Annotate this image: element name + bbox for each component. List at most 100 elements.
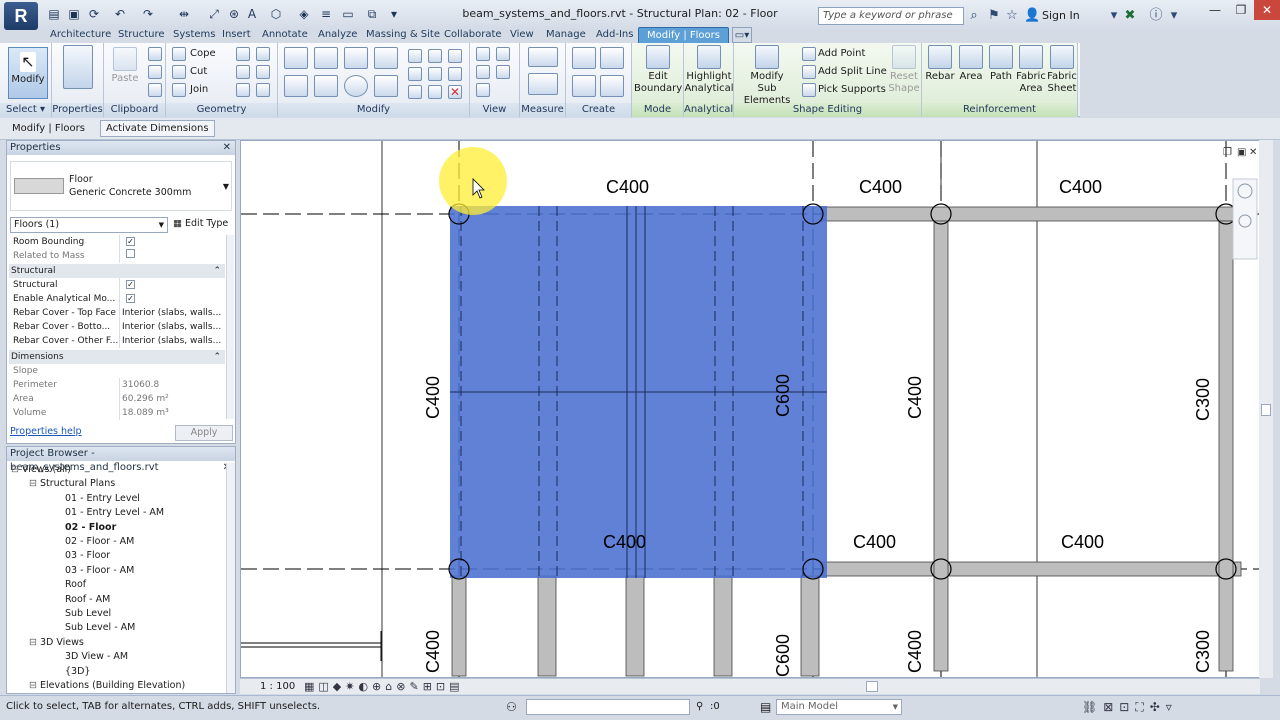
beam-tag[interactable]: C400 bbox=[859, 177, 902, 197]
trim-multiple-icon[interactable] bbox=[428, 85, 442, 99]
save-icon[interactable]: ▣ bbox=[66, 6, 82, 22]
trim-extend-icon[interactable] bbox=[374, 75, 398, 97]
qat-dropdown-icon[interactable]: ▾ bbox=[386, 6, 402, 22]
design-option-select[interactable]: Main Model ▼ bbox=[776, 699, 902, 715]
instance-filter-select[interactable]: Floors (1) ▼ bbox=[10, 217, 168, 233]
prop-row[interactable]: Perimeter 31060.8 bbox=[9, 378, 225, 392]
prop-row[interactable]: Room Bounding ✓ bbox=[9, 235, 225, 249]
tab-annotate[interactable]: Annotate bbox=[262, 27, 308, 43]
demolish-icon[interactable] bbox=[256, 65, 270, 79]
tree-node[interactable]: 01 - Entry Level bbox=[65, 492, 140, 506]
tree-node[interactable]: 02 - Floor bbox=[65, 521, 116, 535]
subscription-icon[interactable]: ⚑ bbox=[986, 8, 1002, 24]
tab-view[interactable]: View bbox=[510, 27, 534, 43]
join-button[interactable]: Join bbox=[190, 84, 208, 95]
beam-tag[interactable]: C400 bbox=[423, 376, 443, 419]
exchange-apps-icon[interactable]: ✖ bbox=[1122, 8, 1138, 24]
view-scale[interactable]: 1 : 100 bbox=[260, 681, 295, 692]
undo-icon[interactable]: ↶ bbox=[112, 6, 128, 22]
view-dropdown-icon[interactable] bbox=[496, 47, 510, 61]
close-view-icon[interactable]: ✕ bbox=[1249, 147, 1257, 158]
beam-tag[interactable]: C400 bbox=[603, 532, 646, 552]
create-group-icon[interactable] bbox=[572, 75, 596, 97]
checkbox-unchecked[interactable] bbox=[126, 249, 135, 258]
search-input[interactable]: Type a keyword or phrase bbox=[818, 7, 964, 25]
prop-row[interactable]: Rebar Cover - Top Face Interior (slabs, w… bbox=[9, 306, 225, 320]
tree-node[interactable]: 02 - Floor - AM bbox=[65, 535, 134, 549]
tab-collaborate[interactable]: Collaborate bbox=[444, 27, 502, 43]
prop-row[interactable]: Slope bbox=[9, 364, 225, 378]
offset-icon[interactable] bbox=[314, 47, 338, 69]
beam-tag[interactable]: C600 bbox=[773, 374, 793, 417]
prop-row[interactable]: Rebar Cover - Other F... Interior (slabs,… bbox=[9, 334, 225, 348]
pin-icon[interactable] bbox=[448, 67, 462, 81]
checkbox-checked[interactable]: ✓ bbox=[126, 237, 135, 246]
highlight-analytical-button[interactable]: Highlight Analytical bbox=[684, 45, 734, 95]
tab-add-ins[interactable]: Add-Ins bbox=[596, 27, 633, 43]
tree-node[interactable]: 01 - Entry Level - AM bbox=[65, 506, 164, 520]
restore-view-icon[interactable]: ❐ bbox=[1223, 147, 1232, 158]
prop-row[interactable]: Volume 18.089 m³ bbox=[9, 406, 225, 420]
cut-geometry-button[interactable]: Cut bbox=[190, 66, 207, 77]
copy-element-icon[interactable] bbox=[314, 75, 338, 97]
beam-tag[interactable]: C300 bbox=[1193, 630, 1213, 673]
dropdown-icon[interactable]: ▾ bbox=[1106, 8, 1122, 24]
panel-label-select[interactable]: Select ▾ bbox=[0, 103, 51, 117]
checkbox-checked[interactable]: ✓ bbox=[126, 294, 135, 303]
tag-icon[interactable]: ⊛ bbox=[226, 6, 242, 22]
rebar-button[interactable]: Rebar bbox=[924, 45, 956, 83]
beam-tag[interactable]: C400 bbox=[606, 177, 649, 197]
edit-boundary-button[interactable]: Edit Boundary bbox=[634, 45, 682, 95]
workset-icon[interactable]: ⚇ bbox=[506, 700, 517, 714]
close-icon[interactable]: ✕ bbox=[1254, 0, 1280, 20]
fabric-sheet-button[interactable]: Fabric Sheet bbox=[1046, 45, 1078, 95]
remove-paint-icon[interactable] bbox=[236, 83, 250, 97]
tree-node[interactable]: ⊟ Views (all) bbox=[11, 463, 71, 477]
aligned-dimension-icon[interactable] bbox=[528, 73, 558, 95]
close-icon[interactable]: ✕ bbox=[223, 141, 231, 155]
close-hidden-icon[interactable]: ▭ bbox=[340, 6, 356, 22]
open-icon[interactable]: ▤ bbox=[46, 6, 62, 22]
ribbon-minimize-icon[interactable]: ▭▾ bbox=[732, 27, 752, 43]
application-menu-button[interactable]: R bbox=[4, 2, 38, 30]
create-assembly-icon[interactable] bbox=[572, 47, 596, 69]
tree-node[interactable]: ⊟ 3D Views bbox=[29, 636, 84, 650]
path-rebar-button[interactable]: Path bbox=[986, 45, 1016, 83]
tree-node[interactable]: Roof bbox=[65, 578, 86, 592]
area-rebar-button[interactable]: Area bbox=[956, 45, 986, 83]
hammer-icon[interactable] bbox=[256, 83, 270, 97]
canvas-scrollbar[interactable] bbox=[1259, 140, 1273, 678]
thin-lines-icon[interactable]: ≡ bbox=[318, 6, 334, 22]
dimension-icon[interactable]: ⤢ bbox=[206, 6, 222, 22]
reset-shape-button[interactable]: Reset Shape bbox=[886, 45, 922, 95]
fabric-area-button[interactable]: Fabric Area bbox=[1016, 45, 1046, 95]
beam-tag[interactable]: C300 bbox=[1193, 378, 1213, 421]
beam-tag[interactable]: C600 bbox=[773, 634, 793, 677]
split-icon[interactable] bbox=[408, 49, 422, 63]
binoculars-icon[interactable]: ⌕ bbox=[966, 8, 982, 24]
3d-view-icon[interactable]: ⬡ bbox=[268, 6, 284, 22]
split-gap-icon[interactable] bbox=[428, 49, 442, 63]
text-icon[interactable]: A bbox=[244, 6, 260, 22]
tab-architecture[interactable]: Architecture bbox=[50, 27, 111, 43]
tree-node[interactable]: ⊟ Elevations (Building Elevation) bbox=[29, 679, 185, 693]
prop-row[interactable]: Area 60.296 m² bbox=[9, 392, 225, 406]
paste-button[interactable]: Paste bbox=[108, 47, 142, 85]
type-selector[interactable]: Floor Generic Concrete 300mm ▼ bbox=[10, 161, 232, 211]
tree-node[interactable]: Roof - AM bbox=[65, 593, 110, 607]
horizontal-scroll-thumb[interactable] bbox=[866, 681, 878, 692]
sign-in-button[interactable]: Sign In bbox=[1042, 9, 1080, 22]
add-split-line-button[interactable]: Add Split Line bbox=[818, 66, 887, 77]
move-icon[interactable] bbox=[284, 75, 308, 97]
editing-requests-icon[interactable]: ⚲ bbox=[696, 701, 703, 712]
beam-tag[interactable]: C400 bbox=[1059, 177, 1102, 197]
section-icon[interactable]: ◈ bbox=[296, 6, 312, 22]
switch-windows-icon[interactable]: ⧉ bbox=[364, 6, 380, 22]
rotate-icon[interactable] bbox=[344, 75, 368, 97]
measure-between-icon[interactable] bbox=[528, 47, 558, 67]
paint-icon[interactable] bbox=[256, 47, 270, 61]
tab-massing-site[interactable]: Massing & Site bbox=[366, 27, 440, 43]
tree-toggle-icon[interactable]: ⊟ bbox=[29, 637, 40, 648]
browser-scrollbar[interactable] bbox=[226, 463, 235, 693]
create-similar-icon[interactable] bbox=[600, 75, 624, 97]
